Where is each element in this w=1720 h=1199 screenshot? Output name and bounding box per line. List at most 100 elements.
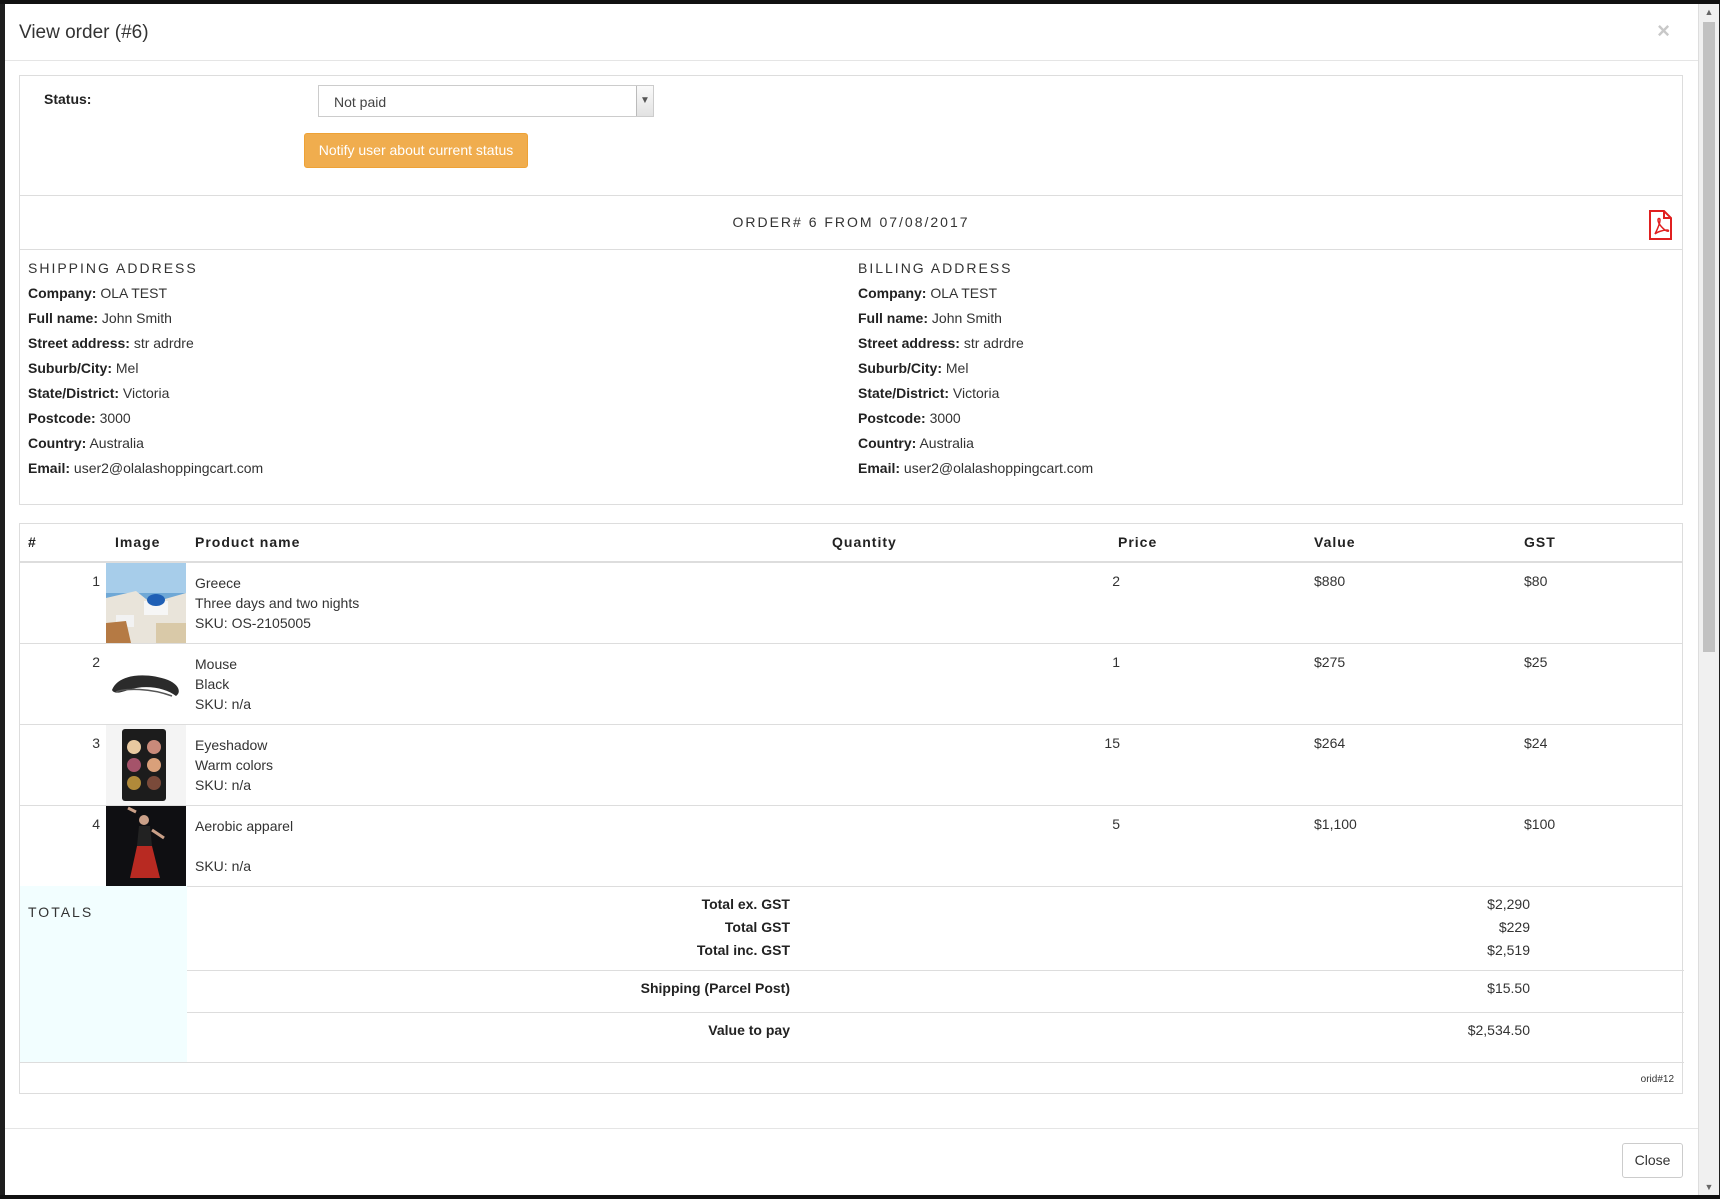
shipping-state: State/District: Victoria bbox=[28, 381, 788, 406]
modal-title: View order (#6) bbox=[19, 22, 149, 43]
row-number: 3 bbox=[92, 735, 100, 751]
value: $264 bbox=[1314, 735, 1346, 751]
table-row: 2 Mouse Black SKU: n/a 1 $275 $25 bbox=[20, 644, 1682, 725]
quantity: 5 bbox=[1112, 816, 1120, 832]
field-value: str adrdre bbox=[963, 335, 1024, 351]
total-ex-gst-label: Total ex. GST bbox=[701, 896, 790, 912]
status-select-value: Not paid bbox=[334, 94, 387, 110]
field-value: str adrdre bbox=[133, 335, 194, 351]
product-sku: SKU: n/a bbox=[195, 696, 252, 712]
field-value: Mel bbox=[115, 360, 139, 376]
pdf-icon[interactable] bbox=[1646, 210, 1674, 240]
totals-label: TOTALS bbox=[28, 904, 94, 920]
product-name: Mouse bbox=[195, 656, 238, 672]
totals-bottom-divider bbox=[20, 1062, 1684, 1063]
product-name: Aerobic apparel bbox=[195, 818, 294, 834]
product-variant: Black bbox=[195, 676, 230, 692]
order-id-note: orid#12 bbox=[1640, 1074, 1674, 1085]
billing-street: Street address: str adrdre bbox=[858, 331, 1618, 356]
field-label: Email: bbox=[28, 460, 71, 476]
modal-header: View order (#6) × bbox=[5, 4, 1698, 61]
view-order-modal: View order (#6) × Status: Not paid ▼ Not… bbox=[5, 4, 1698, 1195]
row-number: 2 bbox=[92, 654, 100, 670]
field-label: Suburb/City: bbox=[28, 360, 112, 376]
billing-full-name: Full name: John Smith bbox=[858, 306, 1618, 331]
column-header-gst: GST bbox=[1524, 534, 1556, 550]
billing-company: Company: OLA TEST bbox=[858, 281, 1618, 306]
field-value: user2@olalashoppingcart.com bbox=[903, 460, 1094, 476]
field-label: Postcode: bbox=[28, 410, 96, 426]
shipping-address-title: SHIPPING ADDRESS bbox=[28, 260, 198, 276]
status-label: Status: bbox=[44, 91, 92, 107]
billing-address-title: BILLING ADDRESS bbox=[858, 260, 1013, 276]
status-select[interactable]: Not paid ▼ bbox=[318, 85, 654, 117]
field-label: State/District: bbox=[28, 385, 120, 401]
column-header-image: Image bbox=[115, 534, 161, 550]
scroll-up-icon[interactable]: ▲ bbox=[1699, 4, 1719, 20]
scroll-down-icon[interactable]: ▼ bbox=[1699, 1179, 1719, 1195]
total-gst-value: $229 bbox=[1498, 919, 1530, 935]
field-label: Suburb/City: bbox=[858, 360, 942, 376]
field-label: Country: bbox=[858, 435, 917, 451]
window-bottom-edge bbox=[0, 1195, 1720, 1199]
product-variant: Three days and two nights bbox=[195, 595, 360, 611]
shipping-street: Street address: str adrdre bbox=[28, 331, 788, 356]
total-inc-gst-label: Total inc. GST bbox=[696, 942, 790, 958]
shipping-country: Country: Australia bbox=[28, 431, 788, 456]
product-name: Eyeshadow bbox=[195, 737, 268, 753]
total-ex-gst-value: $2,290 bbox=[1487, 896, 1530, 912]
total-gst-label: Total GST bbox=[724, 919, 790, 935]
value-to-pay-label: Value to pay bbox=[708, 1022, 790, 1038]
field-label: Company: bbox=[858, 285, 927, 301]
product-image-greece bbox=[106, 563, 186, 643]
column-header-price: Price bbox=[1118, 534, 1158, 550]
close-icon[interactable]: × bbox=[1657, 18, 1670, 44]
billing-state: State/District: Victoria bbox=[858, 381, 1618, 406]
product-name-cell: Eyeshadow Warm colors SKU: n/a bbox=[195, 735, 273, 795]
close-button[interactable]: Close bbox=[1622, 1143, 1683, 1178]
totals-divider bbox=[187, 970, 1684, 971]
billing-country: Country: Australia bbox=[858, 431, 1618, 456]
value: $880 bbox=[1314, 573, 1346, 589]
product-variant: Warm colors bbox=[195, 757, 274, 773]
field-label: Country: bbox=[28, 435, 87, 451]
column-header-value: Value bbox=[1314, 534, 1356, 550]
field-value: John Smith bbox=[931, 310, 1002, 326]
field-value: 3000 bbox=[99, 410, 131, 426]
chevron-down-icon[interactable]: ▼ bbox=[636, 86, 653, 116]
modal-footer-divider bbox=[5, 1128, 1698, 1129]
total-inc-gst-value: $2,519 bbox=[1487, 942, 1530, 958]
gst: $24 bbox=[1524, 735, 1548, 751]
billing-address: BILLING ADDRESS Company: OLA TEST Full n… bbox=[858, 256, 1618, 481]
product-sku: SKU: n/a bbox=[195, 777, 252, 793]
shipping-address: SHIPPING ADDRESS Company: OLA TEST Full … bbox=[28, 256, 788, 481]
table-row: 4 Aerobic apparel SKU: n/a 5 $1,100 $100 bbox=[20, 806, 1682, 887]
billing-email: Email: user2@olalashoppingcart.com bbox=[858, 456, 1618, 481]
field-value: 3000 bbox=[929, 410, 961, 426]
quantity: 2 bbox=[1112, 573, 1120, 589]
shipping-label: Shipping (Parcel Post) bbox=[640, 980, 790, 996]
product-name: Greece bbox=[195, 575, 241, 591]
product-image-mouse bbox=[106, 644, 186, 724]
value: $1,100 bbox=[1314, 816, 1357, 832]
column-header-quantity: Quantity bbox=[832, 534, 897, 550]
shipping-city: Suburb/City: Mel bbox=[28, 356, 788, 381]
order-details-panel: Status: Not paid ▼ Notify user about cur… bbox=[19, 75, 1683, 505]
product-name-cell: Mouse Black SKU: n/a bbox=[195, 654, 251, 714]
field-value: Australia bbox=[89, 435, 144, 451]
field-value: Mel bbox=[945, 360, 969, 376]
field-label: Full name: bbox=[28, 310, 99, 326]
row-number: 1 bbox=[92, 573, 100, 589]
scrollbar[interactable]: ▲ ▼ bbox=[1698, 4, 1719, 1195]
notify-user-button[interactable]: Notify user about current status bbox=[304, 133, 528, 168]
column-header-product: Product name bbox=[195, 534, 301, 550]
field-value: Victoria bbox=[122, 385, 170, 401]
field-label: Street address: bbox=[858, 335, 960, 351]
order-items-panel: # Image Product name Quantity Price Valu… bbox=[19, 523, 1684, 1094]
field-label: Postcode: bbox=[858, 410, 926, 426]
table-row: 1 Greece Three days and two nights SKU: … bbox=[20, 563, 1682, 644]
order-title: ORDER# 6 FROM 07/08/2017 bbox=[732, 214, 970, 230]
scrollbar-thumb[interactable] bbox=[1703, 22, 1715, 652]
product-variant bbox=[195, 836, 293, 856]
field-label: Company: bbox=[28, 285, 97, 301]
